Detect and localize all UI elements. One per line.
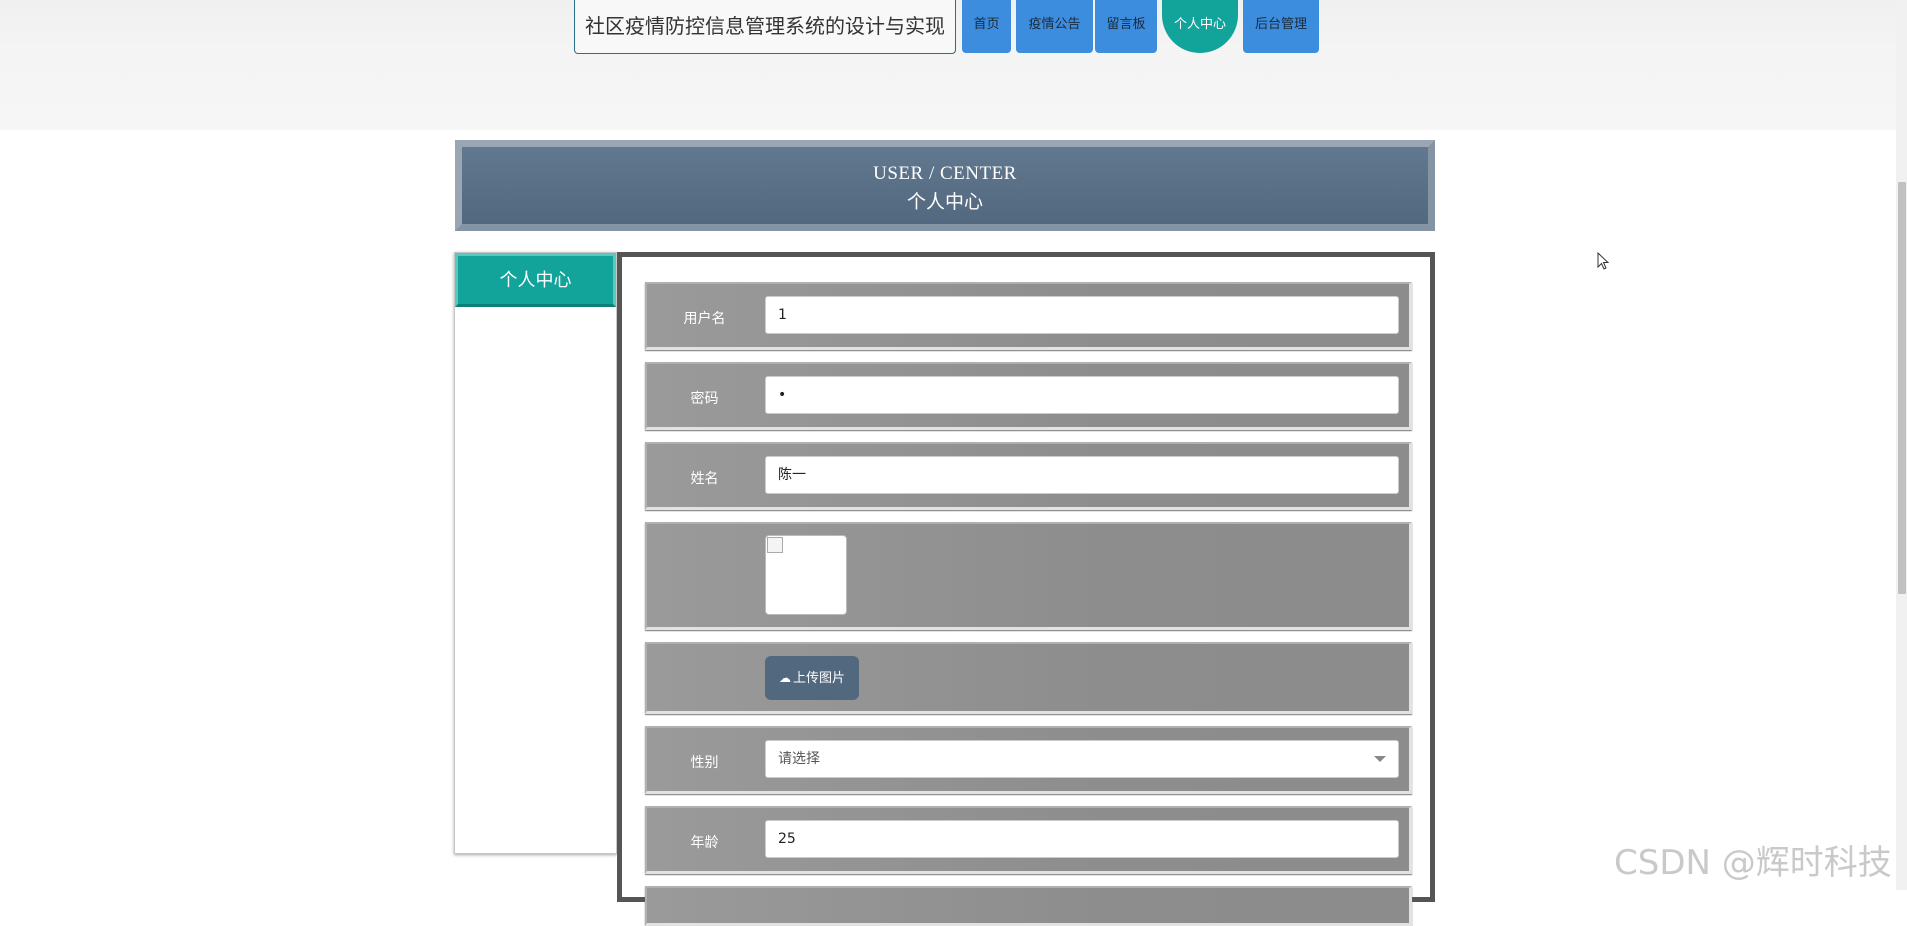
password-label: 密码	[690, 391, 719, 407]
upload-image-button[interactable]: ☁ 上传图片	[765, 656, 859, 700]
form-row-name: 姓名 陈一	[645, 442, 1412, 510]
form-row-gender: 性别 请选择	[645, 726, 1412, 794]
page-scrollbar[interactable]	[1896, 0, 1907, 890]
username-input[interactable]: 1	[765, 296, 1399, 334]
broken-image-icon	[767, 537, 783, 553]
scrollbar-thumb[interactable]	[1898, 182, 1906, 594]
watermark: CSDN @辉时科技	[1614, 843, 1892, 883]
cloud-upload-icon: ☁	[778, 671, 791, 685]
cursor-icon	[1597, 252, 1610, 270]
site-title: 社区疫情防控信息管理系统的设计与实现	[574, 0, 956, 54]
avatar-image	[765, 535, 847, 615]
password-input[interactable]: •	[765, 376, 1399, 414]
form-row-avatar	[645, 522, 1412, 630]
sidebar: 个人中心	[454, 252, 617, 854]
age-label: 年龄	[690, 835, 719, 851]
nav-announcements[interactable]: 疫情公告	[1016, 0, 1093, 53]
nav-message-board[interactable]: 留言板	[1095, 0, 1157, 53]
sidebar-item-personal-center[interactable]: 个人中心	[455, 253, 616, 307]
form-row-username: 用户名 1	[645, 282, 1412, 350]
form-row-age: 年龄 25	[645, 806, 1412, 874]
gender-select[interactable]: 请选择	[765, 740, 1399, 778]
page-banner: USER / CENTER 个人中心	[455, 140, 1435, 231]
chevron-down-icon	[1374, 756, 1386, 762]
nav-home[interactable]: 首页	[962, 0, 1011, 53]
gender-select-value: 请选择	[778, 751, 820, 767]
banner-title-en: USER / CENTER	[873, 163, 1017, 184]
username-label: 用户名	[683, 311, 726, 327]
name-input[interactable]: 陈一	[765, 456, 1399, 494]
form-row-password: 密码 •	[645, 362, 1412, 430]
gender-label: 性别	[690, 755, 719, 771]
profile-form: 用户名 1 密码 • 姓名 陈一 ☁ 上传图片 性别 请选择 年龄 25	[617, 252, 1435, 926]
age-input[interactable]: 25	[765, 820, 1399, 858]
nav-admin[interactable]: 后台管理	[1243, 0, 1319, 53]
name-label: 姓名	[690, 471, 719, 487]
banner-title-cn: 个人中心	[906, 192, 983, 213]
form-row-upload: ☁ 上传图片	[645, 642, 1412, 714]
upload-label: 上传图片	[792, 671, 845, 686]
form-row-next	[645, 886, 1412, 926]
